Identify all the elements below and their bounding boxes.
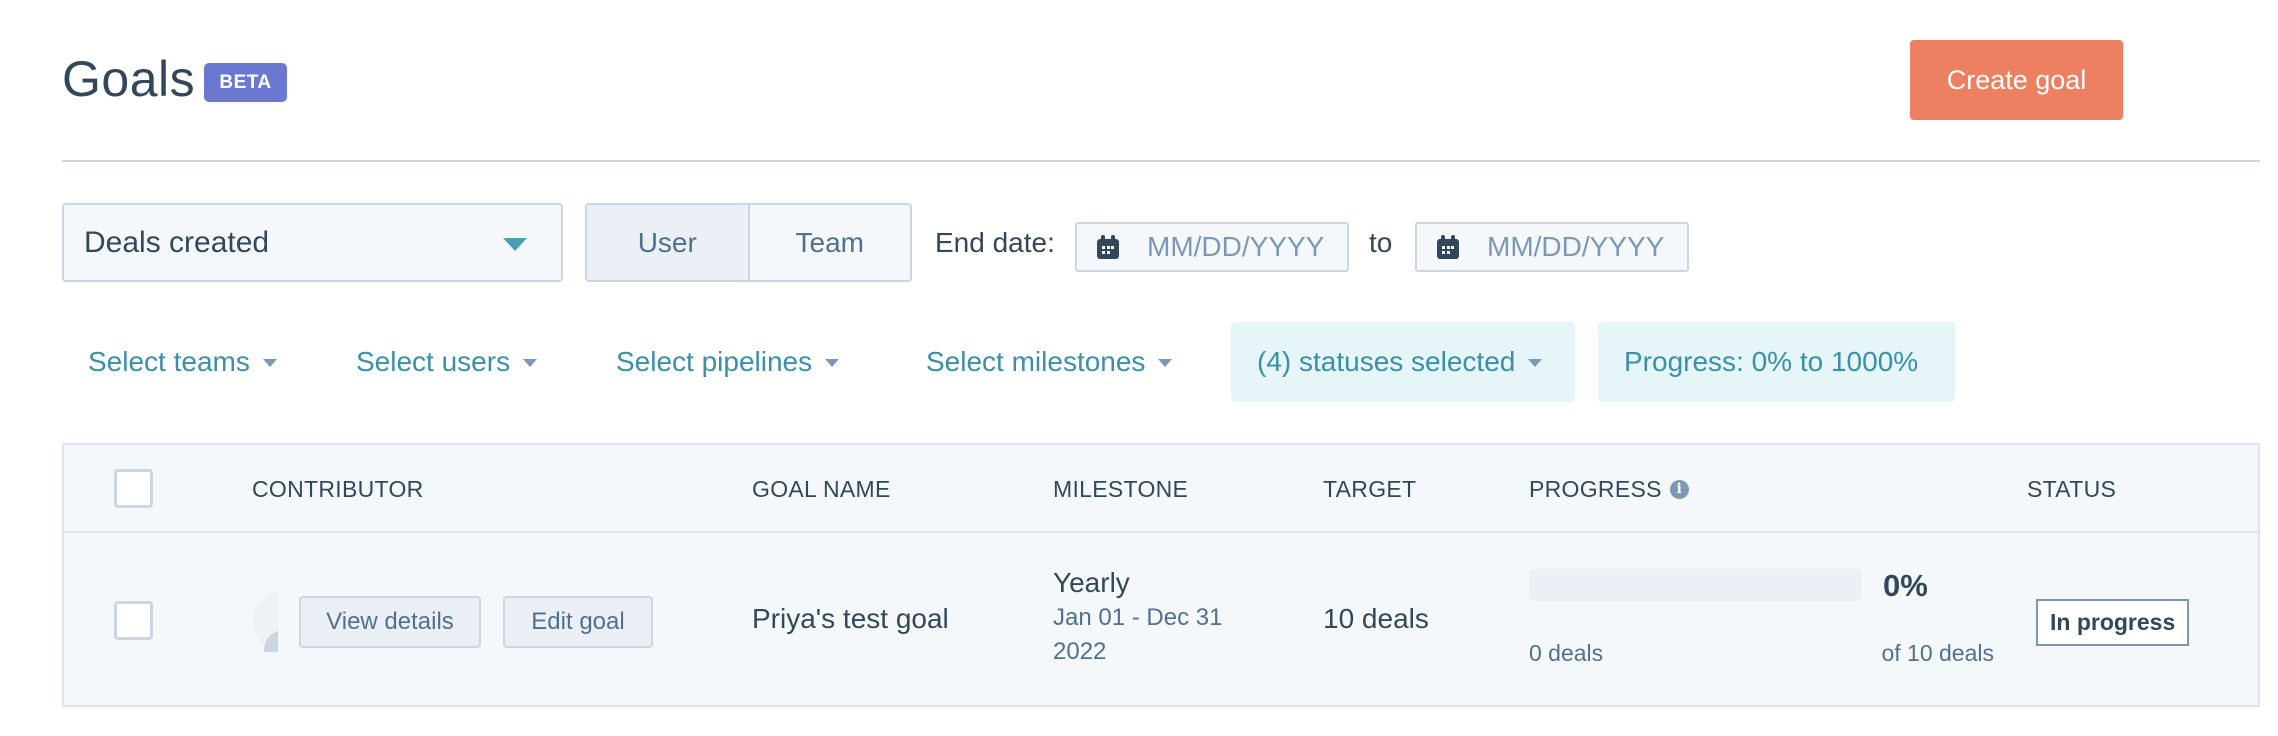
filter-label: (4) statuses selected [1257,346,1516,377]
filter-select-milestones[interactable]: Select milestones [926,322,1173,402]
filter-label: Progress: 0% to 1000% [1624,346,1919,377]
edit-goal-button[interactable]: Edit goal [503,596,653,648]
row-checkbox[interactable] [114,601,153,640]
calendar-icon [1097,235,1119,259]
caret-down-icon [1158,359,1173,367]
metric-select-value: Deals created [84,225,270,259]
info-icon[interactable]: i [1669,479,1689,499]
metric-select[interactable]: Deals created [62,203,563,282]
end-date-from-input[interactable]: MM/DD/YYYY [1075,222,1349,272]
column-header-status[interactable]: STATUS [2027,445,2116,533]
caret-down-icon [262,359,277,367]
goal-name: Priya's test goal [752,603,949,634]
column-header-progress[interactable]: PROGRESS i [1529,445,1689,533]
filter-label: Select pipelines [616,346,813,377]
column-header-target[interactable]: TARGET [1323,445,1416,533]
goals-table: CONTRIBUTOR GOAL NAME MILESTONE TARGET P… [62,443,2260,707]
toggle-user[interactable]: User [587,205,750,280]
column-header-goal-name[interactable]: GOAL NAME [752,445,891,533]
toggle-team[interactable]: Team [749,205,910,280]
table-row: View details Edit goal Priya's test goal… [64,535,2258,707]
milestone-period: Yearly [1053,567,1130,598]
create-goal-button[interactable]: Create goal [1910,40,2123,120]
milestone: Yearly Jan 01 - Dec 31 2022 [1053,565,1243,669]
filters-row: Select teams Select users Select pipelin… [62,322,2278,402]
page-header: Goals BETA Create goal [62,40,2278,160]
caret-down-icon [1528,359,1543,367]
filter-label: Select teams [88,346,250,377]
to-label: to [1369,227,1393,258]
column-header-milestone[interactable]: MILESTONE [1053,445,1188,533]
filter-statuses[interactable]: (4) statuses selected [1231,322,1575,402]
progress-bar [1529,569,1861,601]
filter-progress-range[interactable]: Progress: 0% to 1000% [1598,322,1955,402]
select-all-checkbox[interactable] [114,469,153,508]
column-header-contributor[interactable]: CONTRIBUTOR [252,445,424,533]
progress-percent: 0% [1883,568,1928,603]
view-details-button[interactable]: View details [299,596,481,648]
end-date-to-input[interactable]: MM/DD/YYYY [1415,222,1689,272]
user-team-toggle: User Team [585,203,912,282]
calendar-icon [1437,235,1459,259]
avatar [253,590,278,652]
filter-select-teams[interactable]: Select teams [88,322,277,402]
table-header: CONTRIBUTOR GOAL NAME MILESTONE TARGET P… [64,445,2258,533]
progress-current: 0 deals [1529,640,1604,666]
filter-label: Select milestones [926,346,1146,377]
progress-total: of 10 deals [1881,640,1994,666]
page-title: Goals [62,51,196,107]
caret-down-icon [523,359,538,367]
beta-badge: BETA [204,63,287,102]
filter-label: Select users [356,346,511,377]
date-to-placeholder: MM/DD/YYYY [1487,231,1665,262]
date-from-placeholder: MM/DD/YYYY [1147,231,1325,262]
target: 10 deals [1323,603,1429,634]
header-divider [62,160,2260,162]
milestone-range: Jan 01 - Dec 31 2022 [1053,604,1223,665]
controls-row: Deals created User Team End date: MM/DD/… [62,203,2278,283]
end-date-label: End date: [935,227,1055,258]
chevron-down-icon [503,238,527,251]
status-badge: In progress [2036,599,2190,646]
caret-down-icon [825,359,840,367]
column-header-progress-label: PROGRESS [1529,475,1662,502]
filter-select-users[interactable]: Select users [356,322,538,402]
filter-select-pipelines[interactable]: Select pipelines [616,322,840,402]
